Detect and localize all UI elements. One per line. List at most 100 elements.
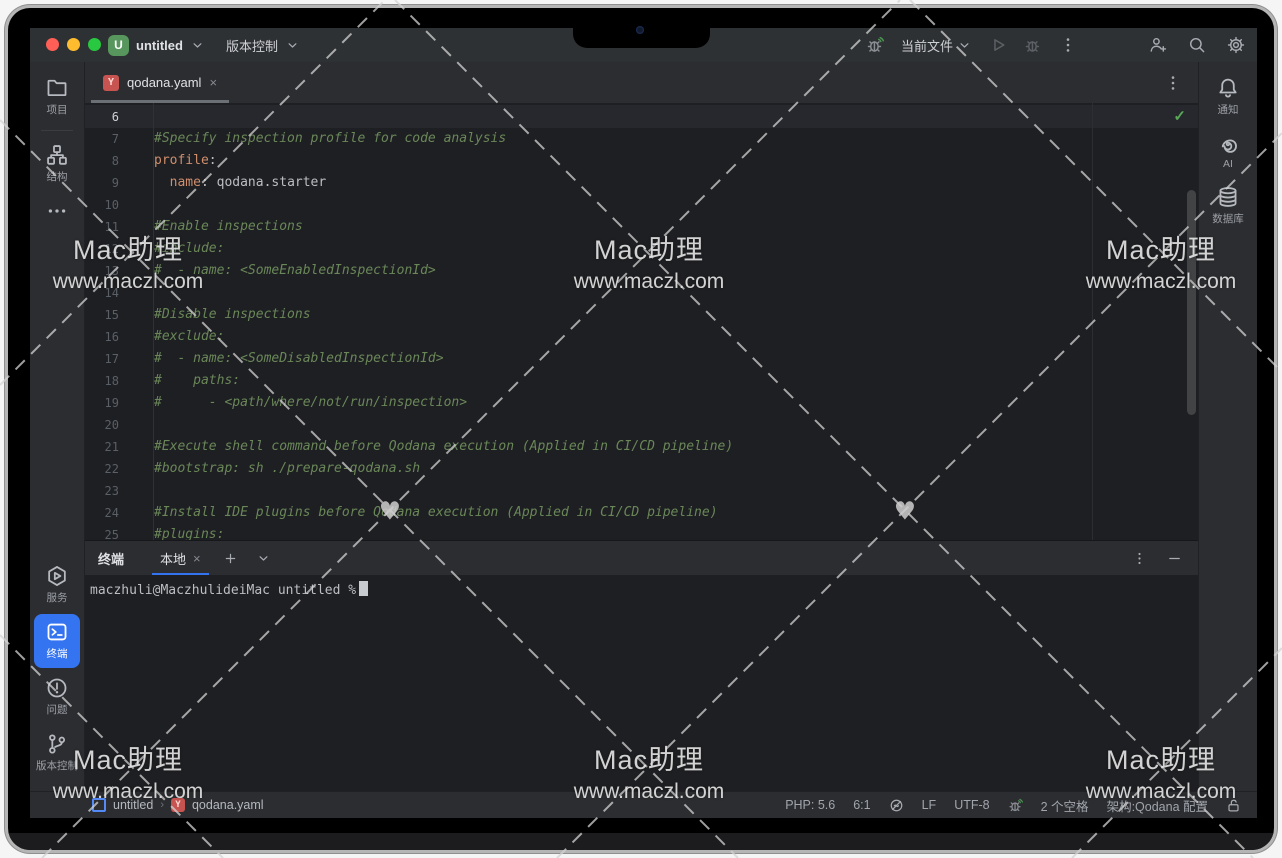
breadcrumb-project[interactable]: untitled (113, 798, 153, 812)
terminal-cursor (359, 581, 368, 596)
code-line: #exclude: (154, 326, 224, 348)
code-line: # - name: <SomeEnabledInspectionId> (154, 260, 436, 282)
line-number: 25 (85, 524, 119, 540)
project-icon (92, 798, 106, 812)
search-everywhere-button[interactable] (1188, 36, 1206, 54)
vcs-menu[interactable]: 版本控制 (226, 36, 278, 55)
traffic-lights (46, 38, 101, 51)
breadcrumb: untitled › Y qodana.yaml (92, 798, 264, 812)
schema-widget[interactable]: 架构:Qodana 配置 (1107, 796, 1208, 815)
right-tool-stripe: 通知 AI 数据库 (1198, 62, 1257, 792)
tool-button-label: 问题 (47, 702, 68, 717)
more-actions-button[interactable] (1059, 36, 1077, 54)
code-line: #Install IDE plugins before Qodana execu… (154, 502, 718, 524)
code-line: #plugins: (154, 524, 224, 540)
tool-button-database[interactable]: 数据库 (1203, 179, 1253, 233)
yaml-file-icon: Y (103, 75, 119, 91)
tab-options-button[interactable] (1164, 74, 1182, 92)
code-line: # - <path/where/not/run/inspection> (154, 392, 467, 414)
tab-close-icon[interactable]: × (209, 76, 217, 89)
structure-icon (46, 144, 68, 166)
line-number: 8 (85, 150, 119, 172)
terminal-icon (46, 621, 68, 643)
line-number: 7 (85, 128, 119, 150)
tool-button-terminal[interactable]: 终端 (34, 614, 80, 668)
breadcrumb-file[interactable]: qodana.yaml (192, 798, 264, 812)
zoom-window-button[interactable] (88, 38, 101, 51)
settings-button[interactable] (1227, 36, 1245, 54)
inspection-ok-icon[interactable]: ✓ (1173, 107, 1186, 125)
terminal-tab-close-icon[interactable]: × (193, 552, 201, 565)
highlight-level-icon[interactable] (889, 798, 904, 813)
code-line: #Execute shell command before Qodana exe… (154, 436, 733, 458)
chevron-down-icon (957, 38, 972, 53)
tool-button-version-control[interactable]: 版本控制 (34, 726, 80, 780)
tool-button-label: 结构 (47, 169, 68, 184)
tool-button-services[interactable]: 服务 (34, 558, 80, 612)
indent-style[interactable]: 2 个空格 (1041, 796, 1089, 815)
tab-label: qodana.yaml (127, 75, 201, 90)
line-number: 21 (85, 436, 119, 458)
project-name[interactable]: untitled (136, 38, 183, 53)
caret-position[interactable]: 6:1 (853, 798, 870, 812)
terminal-tab-label: 本地 (160, 549, 186, 568)
debug-button[interactable] (1024, 36, 1042, 54)
tool-button-label: 数据库 (1212, 211, 1244, 226)
qodana-icon[interactable] (1008, 798, 1023, 813)
minimize-window-button[interactable] (67, 38, 80, 51)
tool-button-label: 终端 (47, 646, 68, 661)
line-number: 14 (85, 282, 119, 304)
folder-icon (46, 77, 68, 99)
chevron-down-icon[interactable] (190, 38, 205, 53)
tool-button-label: 服务 (47, 590, 68, 605)
code-line: #Disable inspections (154, 304, 311, 326)
ai-icon (1217, 133, 1239, 155)
main-area: Y qodana.yaml × 67#Specify inspection pr… (85, 62, 1198, 792)
tool-button-more-tools[interactable] (34, 193, 80, 229)
display-notch (573, 8, 710, 48)
php-version[interactable]: PHP: 5.6 (785, 798, 835, 812)
tool-button-ai-assistant[interactable]: AI (1203, 126, 1253, 177)
ide-window: U untitled 版本控制 当前文件 (30, 28, 1257, 818)
code-line: name: qodana.starter (154, 172, 326, 194)
hide-terminal-button[interactable] (1167, 551, 1182, 566)
line-number: 12 (85, 238, 119, 260)
terminal-dropdown-icon[interactable] (256, 551, 271, 566)
tool-button-notifications[interactable]: 通知 (1203, 70, 1253, 124)
tab-qodana-yaml[interactable]: Y qodana.yaml × (91, 62, 229, 103)
camera-dot (636, 26, 644, 34)
bottom-bezel-strip (8, 833, 1274, 850)
terminal-output[interactable]: maczhuli@MaczhulideiMac untitled % (85, 575, 1198, 792)
run-configuration-selector[interactable]: 当前文件 (901, 36, 972, 55)
line-number: 6 (85, 106, 119, 128)
terminal-panel-header: 终端 本地 × (85, 540, 1198, 577)
code-editor[interactable]: 67#Specify inspection profile for code a… (85, 103, 1198, 540)
tool-button-label: AI (1223, 158, 1233, 170)
terminal-options-button[interactable] (1132, 551, 1147, 566)
tool-button-problems[interactable]: 问题 (34, 670, 80, 724)
unlock-icon[interactable] (1226, 798, 1241, 813)
tool-button-structure[interactable]: 结构 (34, 137, 80, 191)
chevron-down-icon[interactable] (285, 38, 300, 53)
close-window-button[interactable] (46, 38, 59, 51)
qodana-toolbar-icon[interactable] (866, 36, 884, 54)
terminal-tab-local[interactable]: 本地 × (152, 542, 209, 576)
tool-button-label: 版本控制 (36, 758, 78, 773)
macbook-screen: U untitled 版本控制 当前文件 (8, 8, 1274, 850)
line-number: 23 (85, 480, 119, 502)
project-badge: U (108, 35, 129, 56)
invite-user-button[interactable] (1149, 36, 1167, 54)
code-line: #bootstrap: sh ./prepare-qodana.sh (154, 458, 420, 480)
editor-scrollbar[interactable] (1187, 190, 1196, 415)
code-line: #include: (154, 238, 224, 260)
line-number: 17 (85, 348, 119, 370)
file-encoding[interactable]: UTF-8 (954, 798, 989, 812)
terminal-panel-title: 终端 (98, 549, 124, 568)
tool-button-project[interactable]: 项目 (34, 70, 80, 124)
run-button[interactable] (989, 36, 1007, 54)
line-number: 18 (85, 370, 119, 392)
left-tool-stripe: 项目结构 服务终端问题版本控制 (30, 62, 85, 792)
editor-tab-bar: Y qodana.yaml × (85, 62, 1198, 104)
line-separator[interactable]: LF (922, 798, 937, 812)
new-terminal-button[interactable] (223, 551, 238, 566)
